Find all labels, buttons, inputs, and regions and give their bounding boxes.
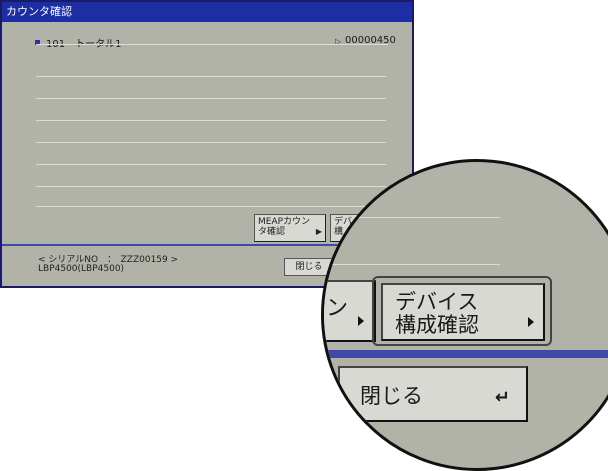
meap-counter-button[interactable]: MEAPカウン タ確認 ▶ xyxy=(254,214,326,242)
device-config-label: デバイス 構成確認 xyxy=(395,290,479,337)
magnified-view: ン デバイス 構成確認 閉じる ↵ xyxy=(321,159,608,471)
list-divider xyxy=(324,217,500,218)
list-divider xyxy=(36,44,388,45)
list-divider xyxy=(36,76,386,77)
arrow-right-icon: ▶ xyxy=(315,227,322,236)
window-title: カウンタ確認 xyxy=(2,2,412,22)
enter-icon: ↵ xyxy=(494,387,510,408)
model-name: LBP4500(LBP4500) xyxy=(38,264,125,274)
list-divider xyxy=(36,142,386,143)
meap-counter-label: MEAPカウン タ確認 xyxy=(258,217,311,237)
arrow-right-icon xyxy=(528,317,534,327)
meap-counter-button-zoomed[interactable]: ン xyxy=(324,280,376,342)
meap-counter-zoomed-label: ン xyxy=(326,296,349,321)
list-divider xyxy=(36,98,386,99)
close-button[interactable]: 閉じる ↵ xyxy=(338,366,528,422)
footer-separator xyxy=(324,350,608,358)
device-config-button[interactable]: デバイス 構成確認 xyxy=(381,283,545,341)
arrow-right-icon xyxy=(358,316,364,326)
close-label: 閉じる xyxy=(360,384,423,408)
counter-item-label: 101 トータル1 xyxy=(46,35,121,50)
list-divider xyxy=(324,264,500,265)
list-divider xyxy=(36,120,386,121)
close-small-label: 閉じる xyxy=(295,262,323,272)
